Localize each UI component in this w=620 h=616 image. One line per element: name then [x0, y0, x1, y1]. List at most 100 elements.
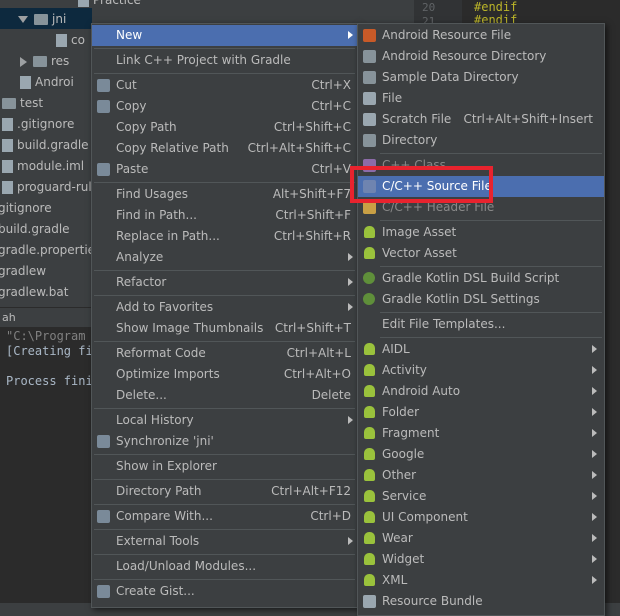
menu-separator	[94, 270, 355, 271]
menu-item-refactor[interactable]: Refactor	[92, 272, 357, 293]
github-icon	[97, 585, 110, 598]
menu-item-new[interactable]: New	[92, 25, 357, 46]
menu-item-ui-component[interactable]: UI Component	[358, 507, 604, 528]
menu-item-cut[interactable]: Cut Ctrl+X	[92, 75, 357, 96]
menu-item-android-resource-file[interactable]: Android Resource File	[358, 25, 604, 46]
menu-item-load-unload-modules[interactable]: Load/Unload Modules...	[92, 556, 357, 577]
collapse-arrow-icon[interactable]	[20, 56, 27, 67]
menu-item-local-history[interactable]: Local History	[92, 410, 357, 431]
tree-item-label: build.gradle	[17, 138, 89, 152]
tree-item[interactable]: Practice	[78, 0, 141, 11]
android-icon	[364, 574, 375, 586]
tree-item-label: gradlew	[0, 264, 47, 278]
menu-separator	[94, 454, 355, 455]
menu-item-vector-asset[interactable]: Vector Asset	[358, 243, 604, 264]
menu-item-gradle-kotlin-dsl-settings[interactable]: Gradle Kotlin DSL Settings	[358, 289, 604, 310]
menu-item-label: Google	[382, 447, 425, 461]
menu-item-reformat-code[interactable]: Reformat Code Ctrl+Alt+L	[92, 343, 357, 364]
terminal-line: "C:\Program	[6, 329, 86, 343]
menu-item-label: Scratch File	[382, 112, 452, 126]
menu-separator	[380, 337, 602, 338]
menu-item-link-c-project-with-gradle[interactable]: Link C++ Project with Gradle	[92, 50, 357, 71]
menu-item-google[interactable]: Google	[358, 444, 604, 465]
tree-item-label: gradlew.bat	[0, 285, 69, 299]
tree-item-label: gitignore	[0, 201, 52, 215]
menu-item-shortcut: Ctrl+Alt+Shift+Insert	[463, 112, 593, 126]
paste-icon	[97, 163, 110, 176]
menu-item-android-resource-directory[interactable]: Android Resource Directory	[358, 46, 604, 67]
menu-item-gradle-kotlin-dsl-build-script[interactable]: Gradle Kotlin DSL Build Script	[358, 268, 604, 289]
tree-item[interactable]: .gitignore	[2, 114, 74, 135]
menu-item-resource-bundle[interactable]: Resource Bundle	[358, 591, 604, 612]
menu-item-optimize-imports[interactable]: Optimize Imports Ctrl+Alt+O	[92, 364, 357, 385]
menu-item-image-asset[interactable]: Image Asset	[358, 222, 604, 243]
menu-item-edit-file-templates[interactable]: Edit File Templates...	[358, 314, 604, 335]
menu-item-directory[interactable]: Directory	[358, 130, 604, 151]
menu-item-create-gist[interactable]: Create Gist...	[92, 581, 357, 602]
context-menu: New Link C++ Project with Gradle Cut Ctrl+X…	[91, 23, 358, 608]
menu-item-compare-with[interactable]: Compare With... Ctrl+D	[92, 506, 357, 527]
menu-item-activity[interactable]: Activity	[358, 360, 604, 381]
folder-icon	[363, 50, 376, 63]
tree-item[interactable]: Androi	[20, 72, 74, 93]
menu-item-label: Refactor	[116, 275, 167, 289]
menu-item-copy-relative-path[interactable]: Copy Relative Path Ctrl+Alt+Shift+C	[92, 138, 357, 159]
menu-item-analyze[interactable]: Analyze	[92, 247, 357, 268]
menu-item-folder[interactable]: Folder	[358, 402, 604, 423]
menu-item-aidl[interactable]: AIDL	[358, 339, 604, 360]
tree-item[interactable]: test	[2, 93, 43, 114]
expand-arrow-icon[interactable]	[18, 16, 28, 23]
tree-item[interactable]: proguard-rule	[2, 177, 99, 198]
submenu-arrow-icon	[348, 537, 353, 545]
tree-item[interactable]: build.gradle	[2, 135, 89, 156]
menu-item-label: Add to Favorites	[116, 300, 214, 314]
menu-item-shortcut: Ctrl+Alt+F12	[271, 484, 351, 498]
menu-item-widget[interactable]: Widget	[358, 549, 604, 570]
android-icon	[364, 343, 375, 355]
tree-item[interactable]: gradlew	[0, 261, 46, 282]
tree-item[interactable]: gradle.properties	[0, 240, 101, 261]
menu-item-show-image-thumbnails[interactable]: Show Image Thumbnails Ctrl+Shift+T	[92, 318, 357, 339]
menu-item-directory-path[interactable]: Directory Path Ctrl+Alt+F12	[92, 481, 357, 502]
menu-item-file[interactable]: File	[358, 88, 604, 109]
tree-item-label: Androi	[35, 75, 74, 89]
tree-item[interactable]: gitignore	[0, 198, 52, 219]
resource-bundle-icon	[363, 595, 376, 608]
gradle-icon	[363, 293, 375, 305]
menu-item-synchronize-jni[interactable]: Synchronize 'jni'	[92, 431, 357, 452]
menu-item-copy-path[interactable]: Copy Path Ctrl+Shift+C	[92, 117, 357, 138]
menu-separator	[94, 504, 355, 505]
file-icon	[2, 181, 13, 194]
menu-item-other[interactable]: Other	[358, 465, 604, 486]
tree-item[interactable]: build.gradle	[0, 219, 70, 240]
menu-item-find-usages[interactable]: Find Usages Alt+Shift+F7	[92, 184, 357, 205]
menu-item-scratch-file[interactable]: Scratch File Ctrl+Alt+Shift+Insert	[358, 109, 604, 130]
tree-item[interactable]: module.iml	[2, 156, 84, 177]
menu-item-shortcut: Ctrl+X	[311, 78, 351, 92]
menu-item-delete[interactable]: Delete... Delete	[92, 385, 357, 406]
menu-item-find-in-path[interactable]: Find in Path... Ctrl+Shift+F	[92, 205, 357, 226]
menu-item-external-tools[interactable]: External Tools	[92, 531, 357, 552]
menu-item-replace-in-path[interactable]: Replace in Path... Ctrl+Shift+R	[92, 226, 357, 247]
menu-item-xml[interactable]: XML	[358, 570, 604, 591]
tree-item[interactable]: jni	[18, 9, 66, 30]
menu-item-service[interactable]: Service	[358, 486, 604, 507]
menu-item-fragment[interactable]: Fragment	[358, 423, 604, 444]
tree-item[interactable]: co	[56, 30, 85, 51]
terminal-panel[interactable]: "C:\Program [Creating fi Process fini	[0, 327, 93, 616]
menu-item-label: Edit File Templates...	[382, 317, 506, 331]
menu-item-label: Widget	[382, 552, 425, 566]
menu-item-android-auto[interactable]: Android Auto	[358, 381, 604, 402]
menu-separator	[380, 153, 602, 154]
menu-item-sample-data-directory[interactable]: Sample Data Directory	[358, 67, 604, 88]
tree-item[interactable]: res	[20, 51, 69, 72]
menu-item-add-to-favorites[interactable]: Add to Favorites	[92, 297, 357, 318]
tree-item-label: proguard-rule	[17, 180, 100, 194]
menu-item-show-in-explorer[interactable]: Show in Explorer	[92, 456, 357, 477]
menu-item-paste[interactable]: Paste Ctrl+V	[92, 159, 357, 180]
tree-item[interactable]: gradlew.bat	[0, 282, 68, 303]
submenu-arrow-icon	[592, 366, 597, 374]
file-icon	[78, 0, 89, 7]
menu-item-copy[interactable]: Copy Ctrl+C	[92, 96, 357, 117]
menu-item-wear[interactable]: Wear	[358, 528, 604, 549]
